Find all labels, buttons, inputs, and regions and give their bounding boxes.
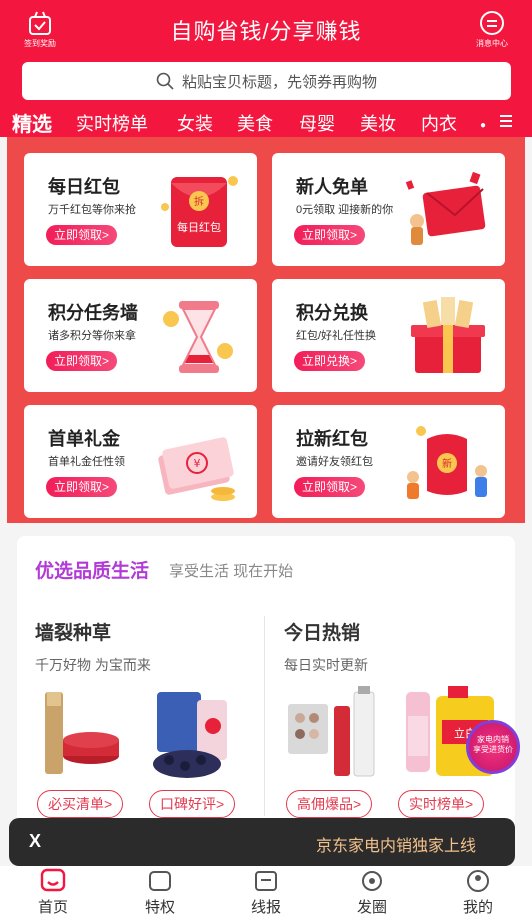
profile-icon	[467, 870, 489, 892]
column-heading: 墙裂种草	[35, 623, 112, 644]
cash-stack-icon: ¥	[158, 437, 235, 501]
header-top: 签到奖励 自购省钱/分享赚钱 消息中心	[0, 0, 532, 58]
toast-message[interactable]: 京东家电内销独家上线	[316, 832, 496, 856]
svg-text:新: 新	[442, 457, 452, 470]
nav-profile[interactable]: 我的	[448, 868, 508, 917]
nav-label: 首页	[37, 899, 68, 916]
promo-card-subtitle: 红包/好礼任性换	[296, 330, 377, 342]
nav-label: 发圈	[356, 899, 387, 916]
search-icon	[156, 72, 174, 90]
column-desc: 每日实时更新	[284, 657, 368, 673]
tab-realtime-ranking[interactable]: 实时榜单	[76, 110, 148, 136]
promo-card-cta[interactable]: 立即领取>	[294, 225, 366, 245]
svg-text:¥: ¥	[194, 457, 201, 470]
announcement-toast: X 京东家电内销独家上线	[9, 818, 515, 866]
promo-card-subtitle: 诸多积分等你来拿	[48, 330, 136, 342]
gift-envelope-icon	[405, 171, 486, 245]
promo-card-newuser-free[interactable]: 新人免单 0元领取 迎接新的你 立即领取>	[272, 153, 505, 266]
tab-food[interactable]: 美食	[237, 110, 273, 136]
promo-card-subtitle: 邀请好友领红包	[296, 456, 373, 468]
badge-line2: 享受进货价	[473, 745, 513, 754]
nav-news[interactable]: 线报	[236, 868, 296, 917]
menu-line	[500, 115, 512, 117]
bottom-nav: 首页 特权 线报 发圈 我的	[0, 866, 532, 921]
promo-card-subtitle: 首单礼金任性领	[48, 456, 125, 468]
promo-card-points-exchange[interactable]: 积分兑换 红包/好礼任性换 立即兑换>	[272, 279, 505, 392]
nav-privilege[interactable]: 特权	[130, 868, 190, 917]
app-title: 自购省钱/分享赚钱	[170, 19, 362, 44]
gift-box-icon	[411, 297, 485, 373]
promo-grid: 每日红包 万千红包等你来抢 立即领取> 拆 每日红包 新人免单 0元领取 迎接新…	[7, 137, 525, 523]
promo-card-subtitle: 0元领取 迎接新的你	[296, 204, 394, 216]
privilege-icon	[149, 871, 171, 891]
grass-planting-column[interactable]: 墙裂种草 千万好物 为宝而来 必买清单> 口碑好评>	[35, 618, 265, 828]
word-of-mouth-button[interactable]: 口碑好评>	[149, 790, 236, 818]
category-tabs: 精选 实时榜单 女装 美食 母婴 美妆 内衣 ●	[0, 106, 532, 138]
search-input[interactable]: 粘贴宝贝标题，先领券再购物	[22, 62, 511, 100]
tab-mother-baby[interactable]: 母婴	[299, 110, 335, 136]
tab-womens-wear[interactable]: 女装	[177, 110, 213, 136]
toast-close-button[interactable]: X	[29, 831, 41, 852]
appliance-promo-badge[interactable]: 家电内销 享受进货价	[466, 720, 520, 774]
column-desc: 千万好物 为宝而来	[35, 657, 151, 673]
promo-card-title: 积分任务墙	[48, 303, 138, 323]
nav-home[interactable]: 首页	[23, 868, 83, 917]
promo-card-title: 新人免单	[296, 177, 368, 197]
skincare-product-image	[45, 692, 119, 774]
blueberry-product-image	[153, 692, 227, 778]
promo-card-first-order[interactable]: 首单礼金 首单礼金任性领 立即领取> ¥	[24, 405, 257, 518]
svg-text:拆: 拆	[194, 195, 204, 208]
promo-card-cta[interactable]: 立即兑换>	[294, 351, 366, 371]
message-icon	[480, 11, 504, 35]
promo-card-title: 首单礼金	[48, 429, 120, 449]
tab-jingxuan[interactable]: 精选	[12, 108, 52, 137]
promo-card-daily-redpacket[interactable]: 每日红包 万千红包等你来抢 立即领取> 拆 每日红包	[24, 153, 257, 266]
news-icon	[255, 871, 277, 891]
nav-label: 线报	[250, 899, 281, 916]
badge-line1: 家电内销	[477, 735, 509, 744]
promo-card-cta[interactable]: 立即领取>	[46, 351, 118, 371]
realtime-ranking-button[interactable]: 实时榜单>	[398, 790, 485, 818]
tab-menu-button[interactable]	[496, 112, 518, 132]
red-envelope-icon: 拆 每日红包	[161, 176, 238, 247]
section-subtitle: 享受生活 现在开始	[169, 563, 294, 580]
nav-label: 我的	[462, 899, 493, 916]
promo-card-cta[interactable]: 立即领取>	[46, 225, 118, 245]
nav-label: 特权	[144, 899, 175, 916]
header-bar: 签到奖励 自购省钱/分享赚钱 消息中心 粘贴宝贝标题，先领券再购物 精选 实时榜…	[0, 0, 532, 137]
menu-line	[500, 125, 512, 127]
promo-card-cta[interactable]: 立即领取>	[294, 477, 366, 497]
cosmetics-product-image	[288, 686, 375, 777]
must-buy-list-button[interactable]: 必买清单>	[37, 790, 124, 818]
hourglass-coins-icon	[163, 301, 233, 373]
invite-envelope-icon: 新	[407, 426, 487, 499]
section-title: 优选品质生活	[35, 561, 150, 582]
quality-life-section: 优选品质生活 享受生活 现在开始 墙裂种草 千万好物 为宝而来 必买清单> 口碑…	[17, 536, 515, 836]
promo-card-title: 每日红包	[48, 177, 120, 197]
tab-beauty[interactable]: 美妆	[360, 110, 396, 136]
menu-line	[500, 120, 512, 122]
share-circle-icon	[362, 871, 382, 891]
promo-card-title: 积分兑换	[296, 303, 368, 323]
tab-underwear[interactable]: 内衣	[421, 110, 457, 136]
promo-card-subtitle: 万千红包等你来抢	[48, 204, 136, 216]
promo-card-title: 拉新红包	[296, 429, 368, 449]
message-center-label: 消息中心	[476, 39, 508, 48]
high-commission-button[interactable]: 高佣爆品>	[286, 790, 373, 818]
home-icon	[40, 868, 66, 892]
art-text: 每日红包	[177, 220, 221, 234]
nav-share-circle[interactable]: 发圈	[342, 868, 402, 917]
search-placeholder: 粘贴宝贝标题，先领券再购物	[181, 73, 377, 91]
promo-card-points-task[interactable]: 积分任务墙 诸多积分等你来拿 立即领取>	[24, 279, 257, 392]
message-center-button[interactable]: 消息中心	[472, 10, 512, 50]
promo-card-cta[interactable]: 立即领取>	[46, 477, 118, 497]
promo-card-invite-redpacket[interactable]: 拉新红包 邀请好友领红包 立即领取> 新	[272, 405, 505, 518]
tab-overflow-dot: ●	[480, 120, 487, 131]
column-heading: 今日热销	[284, 623, 361, 644]
